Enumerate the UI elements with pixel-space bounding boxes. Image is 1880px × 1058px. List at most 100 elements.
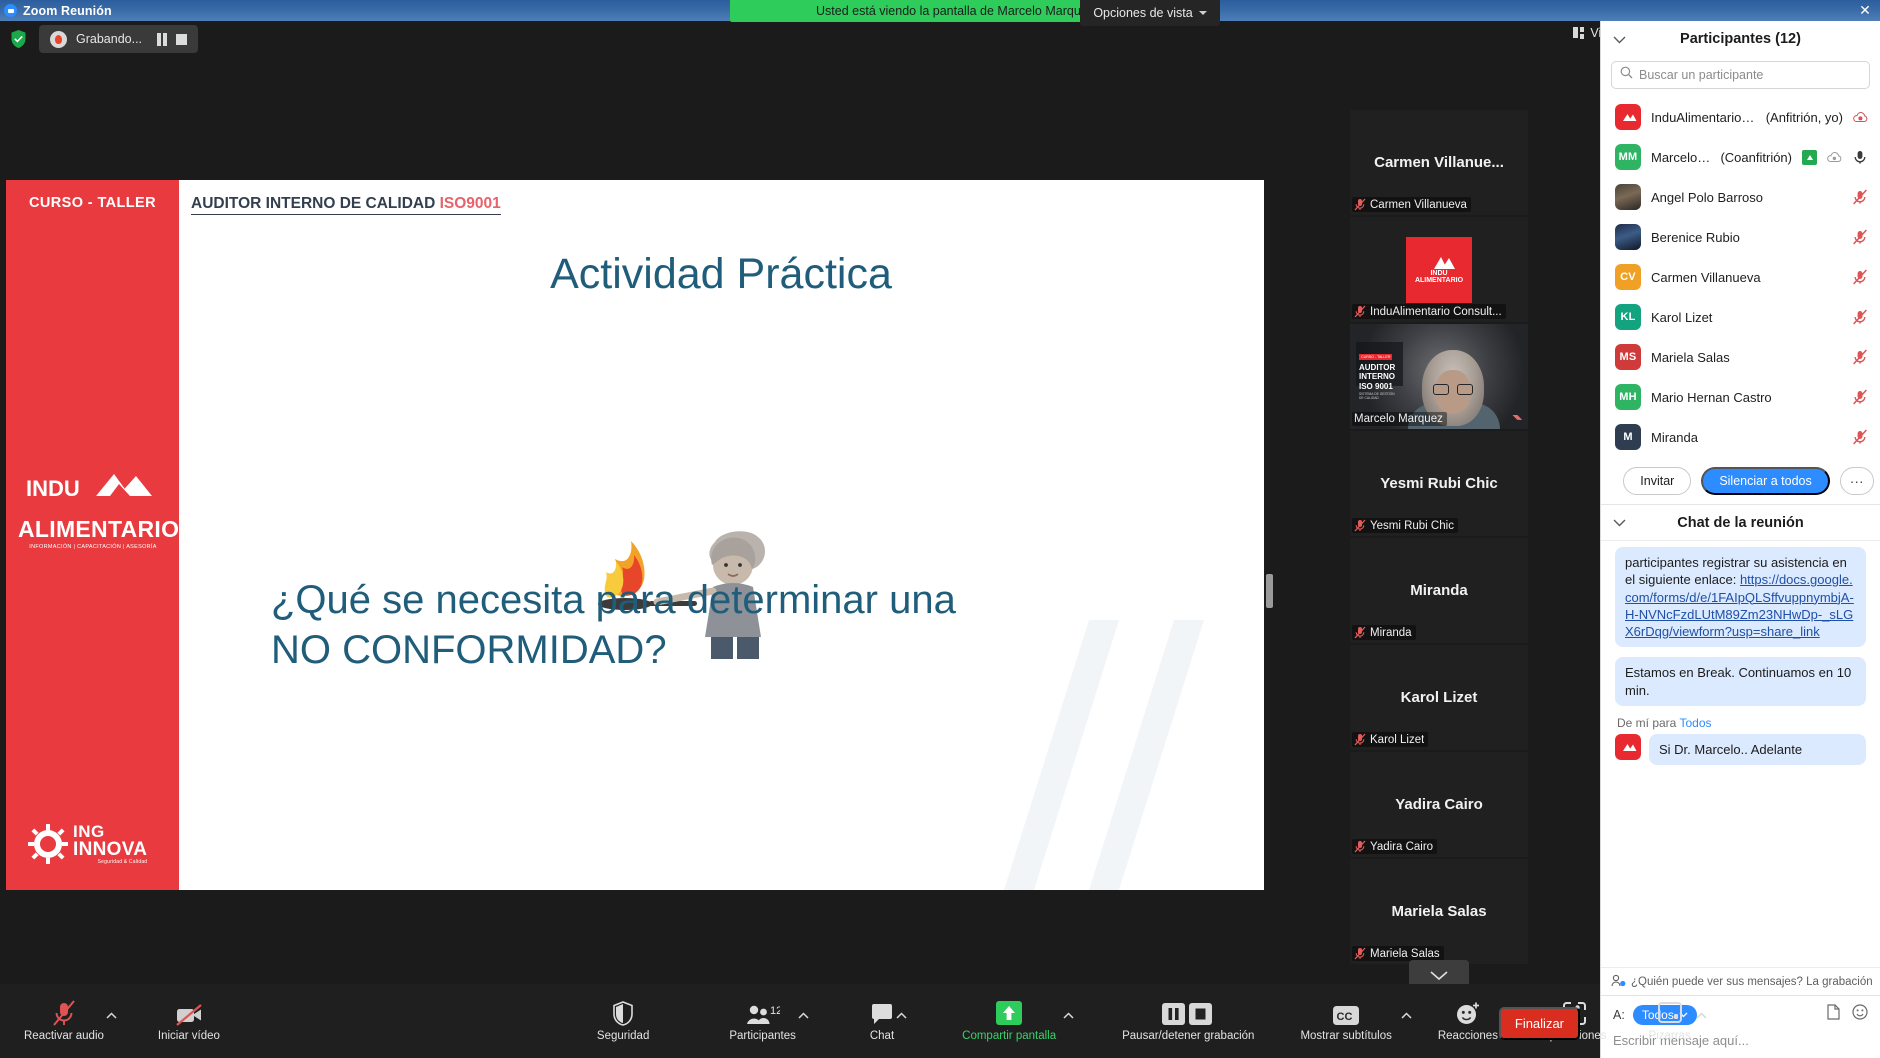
toolbar-video-button[interactable]: Iniciar vídeo <box>152 984 226 1058</box>
mute-all-button[interactable]: Silenciar a todos <box>1701 466 1830 495</box>
toolbar-recording-button[interactable]: Pausar/detener grabación <box>1116 984 1260 1058</box>
emoji-icon[interactable] <box>1852 1004 1868 1025</box>
mic-off-icon[interactable] <box>1852 389 1868 405</box>
video-corner-logo: ◥◣ <box>1512 415 1522 421</box>
video-tile-active-speaker[interactable]: CURSO - TALLER AUDITOR INTERNO ISO 9001 … <box>1350 324 1528 429</box>
participant-search-placeholder: Buscar un participante <box>1639 68 1764 82</box>
mic-off-icon <box>1354 198 1366 211</box>
tile-display-name: Mariela Salas <box>1391 903 1487 920</box>
video-tile[interactable]: Carmen Villanue... Carmen Villanueva <box>1350 110 1528 215</box>
collapse-chat-icon[interactable] <box>1613 515 1626 530</box>
badge-subtitle: SISTEMA DE GESTIÓN DE CALIDAD <box>1359 392 1395 400</box>
participant-search-field[interactable]: Buscar un participante <box>1611 61 1870 89</box>
recording-status-label: Grabando... <box>76 32 143 46</box>
participant-row[interactable]: InduAlimentario ... (Anfitrión, yo) <box>1601 97 1880 137</box>
participant-row[interactable]: Angel Polo Barroso <box>1601 177 1880 217</box>
stop-recording-button[interactable] <box>175 33 187 45</box>
svg-text:INDU: INDU <box>26 476 80 501</box>
participant-row[interactable]: M Miranda <box>1601 417 1880 457</box>
screen-share-icon <box>1802 149 1817 165</box>
close-icon[interactable]: ✕ <box>1850 0 1880 21</box>
mic-on-icon[interactable] <box>1852 149 1868 165</box>
end-meeting-button[interactable]: Finalizar <box>1498 1007 1580 1040</box>
participant-row[interactable]: MM Marcelo ... (Coanfitrión) <box>1601 137 1880 177</box>
indualimentario-logo: INDU ALIMENTARIO INFORMACIÓN | CAPACITAC… <box>18 470 179 551</box>
tile-display-name: Yesmi Rubi Chic <box>1380 475 1498 492</box>
panel-resize-handle[interactable] <box>1266 574 1273 608</box>
toolbar-label: Chat <box>869 1030 895 1042</box>
mic-off-icon[interactable] <box>1852 189 1868 205</box>
mic-options-arrow-icon[interactable] <box>106 1010 117 1022</box>
inginnova-line2: INNOVA <box>73 839 148 860</box>
view-options-button[interactable]: Opciones de vista <box>1080 0 1220 26</box>
invite-button[interactable]: Invitar <box>1623 466 1692 495</box>
search-icon <box>1620 66 1633 84</box>
zoom-meeting-window: Zoom Reunión ✕ Usted está viendo la pant… <box>0 0 1880 1058</box>
tile-name-label: Marcelo Marquez <box>1354 413 1443 425</box>
toolbar-participants-button[interactable]: 12 Participantes <box>723 984 809 1058</box>
mic-off-icon[interactable] <box>1852 429 1868 445</box>
video-tile[interactable]: Mariela Salas Mariela Salas <box>1350 859 1528 964</box>
participant-row[interactable]: Berenice Rubio <box>1601 217 1880 257</box>
badge-line3: ISO 9001 <box>1359 381 1393 391</box>
video-slide-badge: CURSO - TALLER AUDITOR INTERNO ISO 9001 … <box>1356 342 1403 400</box>
tile-display-name: Karol Lizet <box>1400 689 1478 706</box>
chat-messages[interactable]: participantes registrar su asistencia en… <box>1601 541 1880 967</box>
file-icon[interactable] <box>1826 1004 1840 1025</box>
tile-footer: InduAlimentario Consult... <box>1352 304 1506 319</box>
avatar: MH <box>1615 384 1641 410</box>
captions-options-arrow-icon[interactable] <box>1401 1010 1412 1022</box>
inginnova-line1: ING <box>73 822 105 841</box>
slide-watermark <box>994 560 1224 890</box>
recording-icon <box>1853 111 1868 123</box>
chat-options-arrow-icon[interactable] <box>896 1010 907 1022</box>
participant-row[interactable]: MS Mariela Salas <box>1601 337 1880 377</box>
whiteboard-options-arrow-icon[interactable] <box>1696 1010 1707 1022</box>
chat-to-label: A: <box>1613 1007 1625 1022</box>
badge-line2: INTERNO <box>1359 372 1395 382</box>
toolbar-captions-button[interactable]: CC Mostrar subtítulos <box>1294 984 1412 1058</box>
chat-from-target: Todos <box>1679 715 1712 730</box>
toolbar-security-button[interactable]: Seguridad <box>591 984 655 1058</box>
video-filmstrip[interactable]: Carmen Villanue... Carmen Villanueva IND… <box>1350 110 1528 985</box>
avatar: KL <box>1615 304 1641 330</box>
participants-more-button[interactable]: ··· <box>1839 466 1874 495</box>
right-side-panel: Participantes (12) Buscar un participant… <box>1600 21 1880 1058</box>
toolbar-whiteboard-button[interactable]: Pizarras <box>1643 984 1707 1058</box>
participants-list[interactable]: InduAlimentario ... (Anfitrión, yo) MM M… <box>1601 97 1880 457</box>
participants-icon: 12 <box>746 1000 780 1026</box>
mic-off-icon[interactable] <box>1852 349 1868 365</box>
video-tile[interactable]: INDU ALIMENTARIO InduAlimentario Consult… <box>1350 217 1528 322</box>
tile-name-label: Yadira Cairo <box>1370 840 1434 853</box>
participant-row[interactable]: KL Karol Lizet <box>1601 297 1880 337</box>
pause-recording-button[interactable] <box>157 32 167 46</box>
encryption-shield-icon[interactable] <box>10 29 27 49</box>
participant-name: Mario Hernan Castro <box>1651 389 1772 405</box>
participant-row[interactable]: CV Carmen Villanueva <box>1601 257 1880 297</box>
participants-panel-header: Participantes (12) <box>1601 21 1880 57</box>
logo-tagline: INFORMACIÓN | CAPACITACIÓN | ASESORÍA <box>29 544 157 551</box>
avatar <box>1615 104 1641 130</box>
tile-footer: Miranda <box>1352 625 1416 640</box>
mic-off-icon[interactable] <box>1852 309 1868 325</box>
inginnova-logo: ING INNOVA Seguridad & Calidad <box>28 823 160 865</box>
toolbar-chat-button[interactable]: Chat <box>864 984 907 1058</box>
chat-bubble: participantes registrar su asistencia en… <box>1615 547 1866 648</box>
toolbar-share-screen-button[interactable]: Compartir pantalla <box>956 984 1074 1058</box>
video-tile[interactable]: Yesmi Rubi Chic Yesmi Rubi Chic <box>1350 431 1528 536</box>
video-tile[interactable]: Karol Lizet Karol Lizet <box>1350 645 1528 750</box>
video-tile[interactable]: Yadira Cairo Yadira Cairo <box>1350 752 1528 857</box>
mic-off-icon[interactable] <box>1852 229 1868 245</box>
mic-off-icon[interactable] <box>1852 269 1868 285</box>
toolbar-reactions-button[interactable]: Reacciones <box>1432 984 1504 1058</box>
video-tile[interactable]: Miranda Miranda <box>1350 538 1528 643</box>
tile-company-logo: INDU ALIMENTARIO <box>1406 236 1472 303</box>
tile-display-name: Miranda <box>1410 582 1468 599</box>
mic-off-icon <box>1354 305 1366 318</box>
share-options-arrow-icon[interactable] <box>1063 1010 1074 1022</box>
participant-row[interactable]: MH Mario Hernan Castro <box>1601 377 1880 417</box>
participants-options-arrow-icon[interactable] <box>798 1010 809 1022</box>
chat-bubble: Si Dr. Marcelo.. Adelante <box>1649 733 1866 766</box>
collapse-participants-icon[interactable] <box>1613 32 1626 47</box>
toolbar-mute-button[interactable]: Reactivar audio <box>18 984 117 1058</box>
